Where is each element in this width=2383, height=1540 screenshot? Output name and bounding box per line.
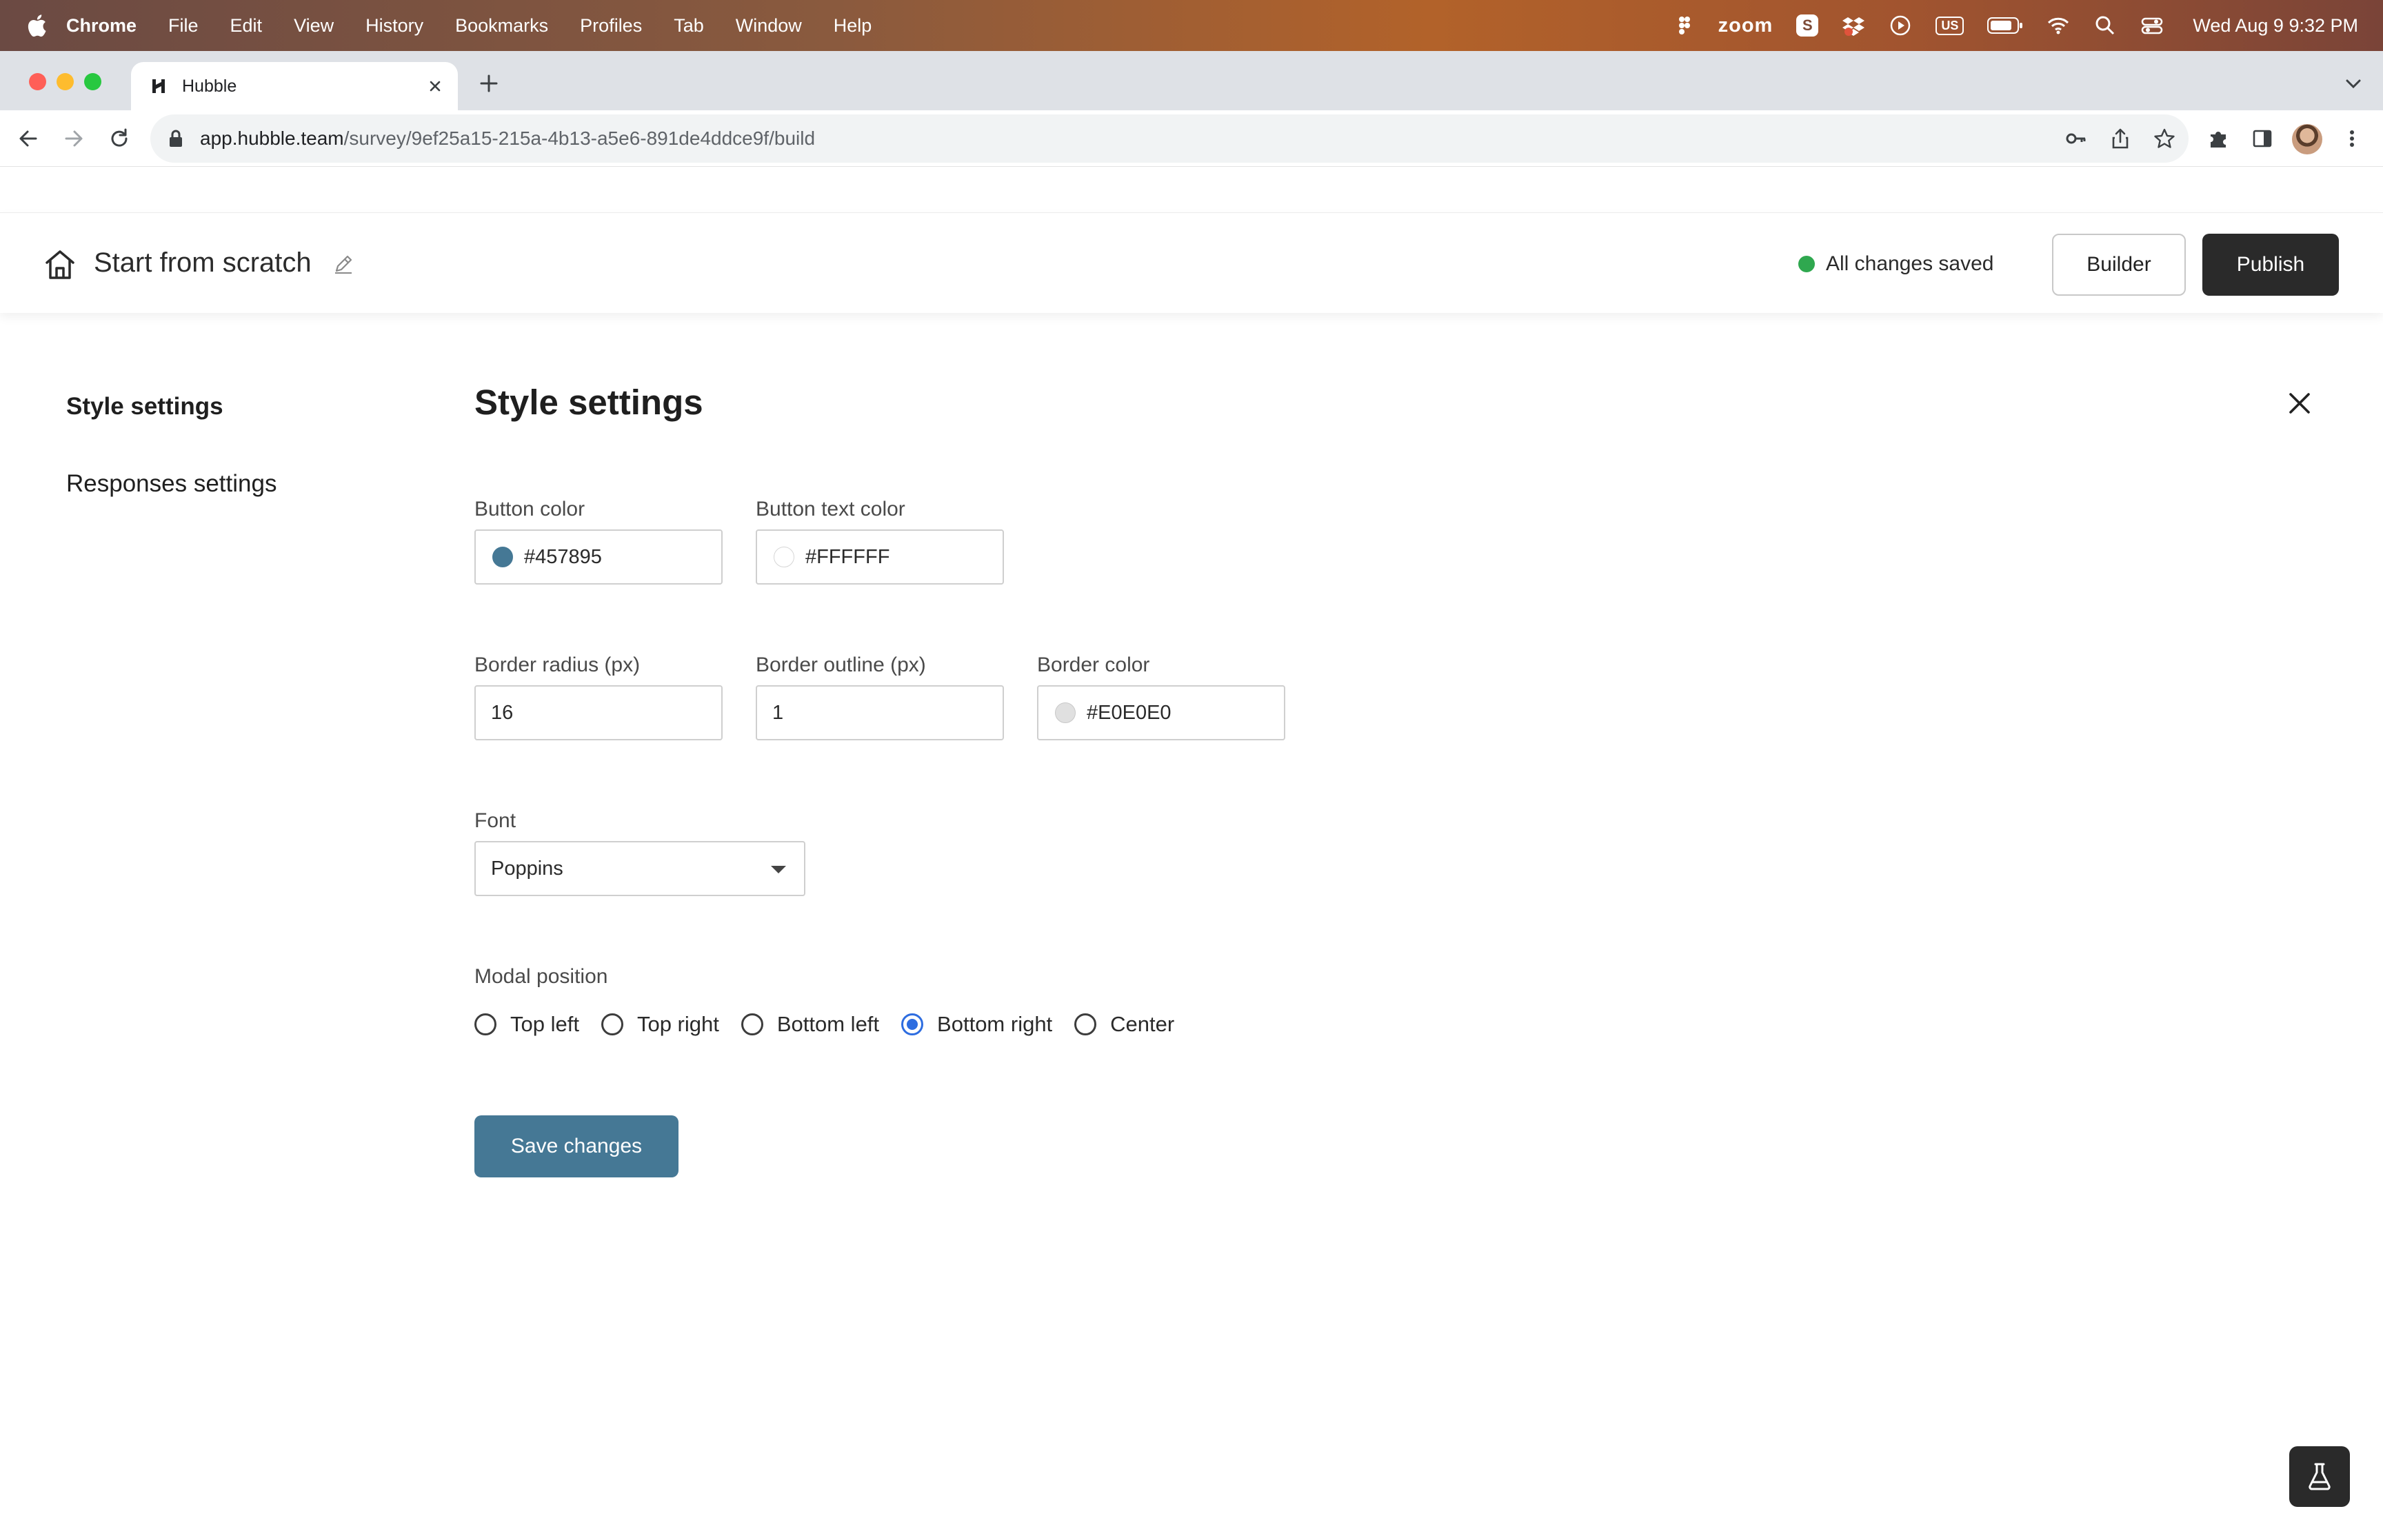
side-panel-icon[interactable] <box>2251 127 2274 150</box>
extensions-puzzle-icon[interactable] <box>2206 127 2230 150</box>
url-text: app.hubble.team/survey/9ef25a15-215a-4b1… <box>200 128 815 150</box>
builder-button[interactable]: Builder <box>2052 234 2186 296</box>
radio-button-selected[interactable] <box>901 1013 924 1035</box>
play-circle-icon[interactable] <box>1889 14 1912 37</box>
key-icon[interactable] <box>2064 127 2088 150</box>
flask-icon <box>2309 1463 2331 1490</box>
close-icon[interactable] <box>2286 390 2313 416</box>
font-select[interactable]: Poppins <box>474 841 805 896</box>
border-color-value: #E0E0E0 <box>1087 701 1172 724</box>
button-text-color-swatch[interactable] <box>774 547 794 567</box>
button-color-swatch[interactable] <box>492 547 513 567</box>
radio-top-left[interactable]: Top left <box>474 1012 579 1037</box>
window-minimize-button[interactable] <box>57 73 74 90</box>
border-color-label: Border color <box>1037 654 1150 676</box>
font-selected-value: Poppins <box>491 857 563 880</box>
button-color-label: Button color <box>474 498 585 520</box>
menu-file[interactable]: File <box>168 15 199 37</box>
border-color-field[interactable]: #E0E0E0 <box>1037 685 1285 740</box>
input-source-indicator[interactable]: US <box>1935 16 1964 35</box>
chrome-menu-kebab-icon[interactable] <box>2340 127 2364 150</box>
modal-position-label: Modal position <box>474 965 608 988</box>
app-header: Start from scratch All changes saved Bui… <box>0 212 2383 313</box>
os-menubar: Chrome File Edit View History Bookmarks … <box>0 0 2383 51</box>
border-radius-input[interactable]: 16 <box>474 685 723 740</box>
dropbox-icon[interactable] <box>1842 14 1865 37</box>
radio-bottom-left[interactable]: Bottom left <box>741 1012 879 1037</box>
menu-history[interactable]: History <box>365 15 423 37</box>
labs-floating-button[interactable] <box>2289 1446 2350 1507</box>
border-outline-label: Border outline (px) <box>756 654 926 676</box>
menu-tab[interactable]: Tab <box>674 15 704 37</box>
control-center-icon[interactable] <box>2140 14 2164 37</box>
window-close-button[interactable] <box>29 73 46 90</box>
page-title: Style settings <box>474 383 703 422</box>
button-color-value: #457895 <box>524 545 602 568</box>
menu-window[interactable]: Window <box>736 15 802 37</box>
forward-arrow-icon[interactable] <box>61 125 87 152</box>
url-host: app.hubble.team <box>200 128 344 149</box>
hubble-favicon-icon <box>152 79 165 93</box>
new-tab-plus-icon[interactable] <box>477 72 501 95</box>
address-bar[interactable]: app.hubble.team/survey/9ef25a15-215a-4b1… <box>150 114 2189 163</box>
lock-icon[interactable] <box>168 130 183 148</box>
button-text-color-field[interactable]: #FFFFFF <box>756 529 1004 585</box>
menu-view[interactable]: View <box>294 15 334 37</box>
status-area: zoom S US Wed Aug 9 9:32 PM <box>1648 0 2358 51</box>
battery-icon[interactable] <box>1987 17 2023 34</box>
modal-position-radio-group: Top left Top right Bottom left Bottom ri… <box>474 1009 1196 1040</box>
spotlight-search-icon[interactable] <box>2093 14 2117 37</box>
radio-button[interactable] <box>741 1013 763 1035</box>
save-status-dot <box>1798 256 1815 272</box>
menu-bookmarks[interactable]: Bookmarks <box>455 15 548 37</box>
menu-help[interactable]: Help <box>834 15 872 37</box>
bookmark-star-icon[interactable] <box>2153 127 2176 150</box>
s-app-status-icon[interactable]: S <box>1796 14 1819 37</box>
dropdown-caret-icon <box>771 866 786 873</box>
menu-app-chrome[interactable]: Chrome <box>66 15 137 37</box>
radio-bottom-right[interactable]: Bottom right <box>901 1012 1052 1037</box>
menu-profiles[interactable]: Profiles <box>580 15 642 37</box>
reload-icon[interactable] <box>106 125 132 152</box>
apple-logo-icon[interactable] <box>26 14 47 37</box>
save-changes-button[interactable]: Save changes <box>474 1115 678 1177</box>
profile-avatar[interactable] <box>2292 124 2322 154</box>
menu-edit[interactable]: Edit <box>230 15 263 37</box>
radio-button[interactable] <box>474 1013 496 1035</box>
radio-top-right[interactable]: Top right <box>601 1012 719 1037</box>
button-text-color-value: #FFFFFF <box>805 545 890 568</box>
border-color-swatch[interactable] <box>1055 702 1076 723</box>
window-zoom-button[interactable] <box>84 73 101 90</box>
save-status-text: All changes saved <box>1826 252 1994 275</box>
border-radius-label: Border radius (px) <box>474 654 641 676</box>
share-icon[interactable] <box>2109 127 2132 150</box>
sidebar-item-style-settings[interactable]: Style settings <box>66 393 223 421</box>
button-color-field[interactable]: #457895 <box>474 529 723 585</box>
publish-button[interactable]: Publish <box>2202 234 2339 296</box>
home-icon[interactable] <box>43 247 77 282</box>
browser-tab-hubble[interactable]: Hubble <box>131 62 458 110</box>
radio-center[interactable]: Center <box>1074 1012 1174 1037</box>
radio-button[interactable] <box>601 1013 623 1035</box>
figma-status-icon[interactable] <box>1671 14 1695 37</box>
border-outline-input[interactable]: 1 <box>756 685 1004 740</box>
font-label: Font <box>474 809 516 832</box>
back-arrow-icon[interactable] <box>15 125 41 152</box>
border-radius-value: 16 <box>491 701 514 724</box>
wifi-icon[interactable] <box>2047 14 2070 37</box>
zoom-status-label[interactable]: zoom <box>1718 14 1773 37</box>
url-path: /survey/9ef25a15-215a-4b13-a5e6-891de4dd… <box>343 128 816 149</box>
tab-close-icon[interactable] <box>425 76 445 97</box>
pencil-icon[interactable] <box>332 253 354 275</box>
tab-search-chevron-icon[interactable] <box>2344 76 2362 91</box>
border-outline-value: 1 <box>772 701 784 724</box>
sidebar-item-responses-settings[interactable]: Responses settings <box>66 470 276 498</box>
tab-title: Hubble <box>182 76 237 96</box>
survey-title[interactable]: Start from scratch <box>94 247 312 278</box>
button-text-color-label: Button text color <box>756 498 905 520</box>
radio-button[interactable] <box>1074 1013 1097 1035</box>
clock[interactable]: Wed Aug 9 9:32 PM <box>2193 15 2358 37</box>
